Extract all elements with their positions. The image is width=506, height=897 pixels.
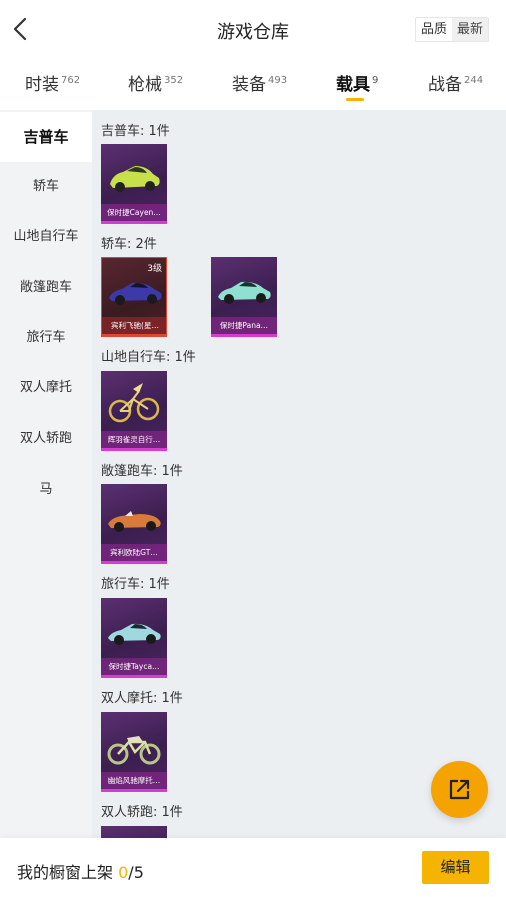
sidebar-item-mountain-bike[interactable]: 山地自行车: [0, 212, 92, 262]
section-title-mountain-bike: 山地自行车: 1件: [101, 350, 196, 365]
sedan-image: [218, 281, 271, 304]
sidebar-item-jeep[interactable]: 吉普车: [0, 112, 92, 162]
edit-button[interactable]: 编辑: [422, 851, 489, 884]
external-link-icon: [449, 779, 470, 800]
vehicle-name: 宾利欧陆GT…: [101, 544, 167, 561]
header: 游戏仓库 品质 最新: [0, 0, 506, 60]
vehicle-card[interactable]: 保时捷Cayen…: [101, 144, 167, 224]
vehicle-card[interactable]: 幽焰风驰摩托…: [101, 712, 167, 792]
showcase-total-count: /5: [128, 863, 144, 882]
tab-vehicles[interactable]: 载具 9: [336, 70, 378, 110]
active-tab-indicator: [346, 98, 364, 101]
vehicle-name: 保时捷Pana…: [211, 317, 277, 334]
vehicle-card[interactable]: 辉羽雀灵自行…: [101, 371, 167, 451]
sort-toggle[interactable]: 品质 最新: [415, 17, 490, 42]
sidebar-item-two-seat-motorcycle[interactable]: 双人摩托: [0, 363, 92, 413]
vehicle-card[interactable]: 保时捷Pana…: [211, 257, 277, 337]
tab-weapons[interactable]: 枪械 352: [128, 70, 183, 110]
sedan-image: [109, 282, 162, 305]
vehicle-name: 宾利飞驰(星…: [102, 317, 166, 334]
section-title-jeep: 吉普车: 1件: [101, 124, 170, 139]
section-title-sedan: 轿车: 2件: [101, 237, 157, 252]
motorcycle-image: [107, 736, 161, 765]
tab-equipment[interactable]: 装备 493: [232, 70, 287, 110]
sidebar-item-touring-car[interactable]: 旅行车: [0, 313, 92, 363]
vehicle-list: 吉普车: 1件 保时捷Cayen… 轿车: 2件 3级 宾利飞驰(星… 保时捷P…: [92, 110, 506, 838]
tab-combat-supplies[interactable]: 战备 244: [428, 70, 483, 110]
vehicle-card[interactable]: 宾利欧陆GT…: [101, 484, 167, 564]
showcase-status: 我的橱窗上架 0/5: [17, 859, 144, 883]
bicycle-image: [108, 383, 160, 423]
showcase-used-count: 0: [118, 863, 129, 882]
vehicle-card[interactable]: 保时捷Tayca…: [101, 598, 167, 678]
bottom-bar: 我的橱窗上架 0/5 编辑: [0, 838, 506, 897]
section-title-two-seat-coupe: 双人轿跑: 1件: [101, 805, 183, 820]
sidebar-item-horse[interactable]: 马: [0, 465, 92, 515]
vehicle-name: 幽焰风驰摩托…: [101, 772, 167, 789]
vehicle-name: 保时捷Tayca…: [101, 658, 167, 675]
suv-image: [110, 166, 160, 192]
sidebar-item-convertible[interactable]: 敞篷跑车: [0, 263, 92, 313]
sports-car-image: [108, 623, 161, 645]
vehicle-card[interactable]: 3级 宾利飞驰(星…: [101, 257, 167, 337]
sort-by-quality-button[interactable]: 品质: [416, 18, 453, 41]
section-title-two-seat-motorcycle: 双人摩托: 1件: [101, 691, 183, 706]
sidebar-item-sedan[interactable]: 轿车: [0, 162, 92, 212]
section-title-convertible: 敞篷跑车: 1件: [101, 464, 183, 479]
sidebar-item-two-seat-coupe[interactable]: 双人轿跑: [0, 414, 92, 464]
section-title-touring-car: 旅行车: 1件: [101, 577, 170, 592]
share-button[interactable]: [431, 761, 488, 818]
category-tabs: 时装 762 枪械 352 装备 493 载具 9 战备 244: [0, 60, 506, 110]
sort-by-newest-button[interactable]: 最新: [452, 18, 489, 41]
showcase-label: 我的橱窗上架: [17, 863, 114, 882]
tab-outfits[interactable]: 时装 762: [25, 70, 80, 110]
convertible-image: [108, 511, 161, 532]
vehicle-name: 辉羽雀灵自行…: [101, 431, 167, 448]
vehicle-card[interactable]: [101, 826, 167, 838]
vehicle-type-sidebar: 吉普车 轿车 山地自行车 敞篷跑车 旅行车 双人摩托 双人轿跑 马: [0, 110, 92, 897]
vehicle-name: 保时捷Cayen…: [101, 204, 167, 221]
